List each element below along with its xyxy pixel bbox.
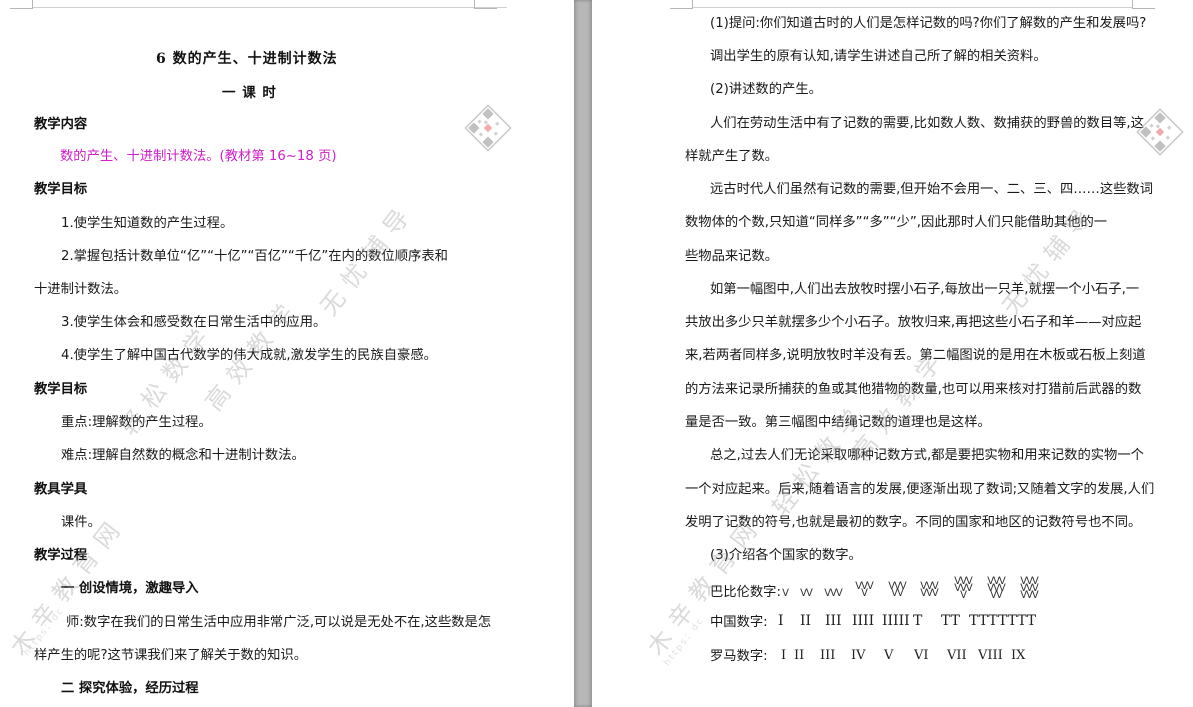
chinese-rod-numeral: IIII bbox=[852, 613, 875, 629]
babylonian-numeral: ᐯᐯᐯ ᐯᐯᐯ bbox=[920, 581, 939, 599]
step-heading: 一 创设情境，激趣导入 bbox=[61, 581, 199, 596]
paragraph-line: 些物品来记数。 bbox=[685, 249, 779, 264]
babylonian-numerals-label: 巴比伦数字: bbox=[710, 585, 781, 600]
paragraph-line: 发明了记数的符号,也就是最初的数字。不同的国家和地区的记数符号也不同。 bbox=[685, 515, 1142, 530]
paragraph-line: 调出学生的原有认知,请学生讲述自己所了解的相关资料。 bbox=[710, 49, 1047, 64]
chinese-rod-numeral: TTTT bbox=[998, 613, 1037, 629]
babylonian-numeral: ᐯᐯᐯ ᐯᐯᐯ ᐯ bbox=[954, 576, 973, 601]
paragraph-line: 共放出多少只羊就摆多少个小石子。放牧归来,再把这些小石子和羊——对应起 bbox=[685, 315, 1142, 330]
paragraph-line: 远古时代人们虽然有记数的需要,但开始不会用一、二、三、四……这些数词 bbox=[710, 182, 1154, 197]
goal-item: 1.使学生知道数的产生过程。 bbox=[61, 216, 234, 231]
roman-numeral: VII bbox=[947, 648, 967, 663]
roman-numeral: VIII bbox=[978, 648, 1003, 663]
qr-code-icon bbox=[464, 104, 512, 152]
page-corner-mark bbox=[10, 0, 33, 9]
step-heading: 二 探究体验，经历过程 bbox=[61, 681, 199, 696]
key-point: 重点:理解数的产生过程。 bbox=[61, 415, 212, 430]
section-heading: 教学目标 bbox=[34, 382, 88, 397]
right-page: (1)提问:你们知道古时的人们是怎样记数的吗?你们了解数的产生和发展吗? 调出学… bbox=[592, 0, 1193, 707]
chinese-rod-numeral: III bbox=[825, 613, 842, 629]
page-gutter bbox=[574, 0, 592, 707]
page-corner-mark bbox=[1132, 0, 1155, 9]
paragraph-line: 量是否一致。第三幅图中结绳记数的道理也是这样。 bbox=[685, 415, 991, 430]
section-heading: 教学过程 bbox=[34, 548, 88, 563]
page-header-line bbox=[693, 7, 1133, 8]
goal-item: 3.使学生体会和感受数在日常生活中的应用。 bbox=[61, 315, 327, 330]
babylonian-numeral: ᐯᐯᐯ ᐯ bbox=[855, 581, 874, 599]
babylonian-numeral: ᐯᐯᐯ ᐯᐯᐯ ᐯᐯᐯ bbox=[1020, 576, 1039, 601]
document-viewport: 6 数的产生、十进制计数法 一 课 时 教学内容 数的产生、十进制计数法。(教材… bbox=[0, 0, 1193, 707]
roman-numeral: IX bbox=[1011, 648, 1026, 663]
goal-item: 4.使学生了解中国古代数学的伟大成就,激发学生的民族自豪感。 bbox=[61, 348, 437, 363]
section-heading: 教学内容 bbox=[34, 117, 88, 132]
paragraph-line: 的方法来记录所捕获的鱼或其他猎物的数量,也可以用来核对打猎前后武器的数 bbox=[685, 382, 1142, 397]
chinese-numerals-label: 中国数字: bbox=[710, 615, 768, 630]
paragraph-line: 样就产生了数。 bbox=[685, 149, 779, 164]
page-header-line bbox=[33, 7, 507, 8]
roman-numeral: II bbox=[794, 648, 805, 663]
roman-numeral: VI bbox=[914, 648, 929, 663]
paragraph-line: 样产生的呢?这节课我们来了解关于数的知识。 bbox=[34, 648, 307, 663]
babylonian-numeral: ᐯᐯ bbox=[800, 588, 813, 599]
babylonian-numeral: ᐯᐯᐯ ᐯᐯ bbox=[888, 581, 907, 599]
chinese-rod-numeral: IIIII bbox=[882, 613, 910, 629]
chinese-rod-numeral: I bbox=[778, 613, 784, 629]
section-heading: 教具学具 bbox=[34, 482, 88, 497]
difficult-point: 难点:理解自然数的概念和十进制计数法。 bbox=[61, 448, 305, 463]
paragraph-line: (3)介绍各个国家的数字。 bbox=[710, 548, 862, 563]
chinese-rod-numeral: II bbox=[800, 613, 812, 629]
watermark-text: 无忧辅导 bbox=[996, 196, 1103, 321]
left-page: 6 数的产生、十进制计数法 一 课 时 教学内容 数的产生、十进制计数法。(教材… bbox=[0, 0, 574, 707]
goal-item: 2.掌握包括计数单位“亿”“十亿”“百亿”“千亿”在内的数位顺序表和 bbox=[61, 249, 448, 264]
goal-item-continued: 十进制计数法。 bbox=[34, 282, 128, 297]
babylonian-numeral: ᐯᐯᐯ bbox=[824, 588, 843, 599]
roman-numeral: IV bbox=[851, 648, 866, 663]
roman-numeral: V bbox=[884, 648, 894, 663]
lesson-subtitle: 一 课 时 bbox=[222, 85, 277, 101]
paragraph-line: 来,若两者同样多,说明放牧时羊没有丢。第二幅图说的是用在木板或石板上刻道 bbox=[685, 348, 1146, 363]
roman-numerals-label: 罗马数字: bbox=[710, 649, 768, 664]
babylonian-numeral: ᐯ bbox=[782, 588, 789, 599]
babylonian-numeral: ᐯᐯᐯ ᐯᐯᐯ ᐯᐯ bbox=[987, 576, 1006, 601]
roman-numeral: III bbox=[820, 648, 836, 663]
paragraph-line: (2)讲述数的产生。 bbox=[710, 82, 822, 97]
roman-numeral: I bbox=[781, 648, 787, 663]
chinese-rod-numeral: TTT bbox=[969, 613, 998, 629]
paragraph-line: (1)提问:你们知道古时的人们是怎样记数的吗?你们了解数的产生和发展吗? bbox=[710, 16, 1147, 31]
section-heading: 教学目标 bbox=[34, 182, 88, 197]
chinese-rod-numeral: T bbox=[913, 613, 923, 629]
chinese-rod-numeral: TT bbox=[941, 613, 960, 629]
content-text: 数的产生、十进制计数法。(教材第 16~18 页) bbox=[60, 149, 337, 164]
paragraph-line: 总之,过去人们无论采取哪种记数方式,都是要把实物和用来记数的实物一个 bbox=[710, 448, 1144, 463]
page-corner-mark bbox=[474, 0, 497, 9]
paragraph-line: 数物体的个数,只知道“同样多”“多”“少”,因此那时人们只能借助其他的一 bbox=[685, 215, 1108, 230]
watermark-url: https：dc bbox=[662, 615, 707, 669]
paragraph-line: 一个对应起来。后来,随着语言的发展,便逐渐出现了数词;又随着文字的发展,人们 bbox=[685, 482, 1155, 497]
page-corner-mark bbox=[670, 0, 693, 9]
paragraph-line: 如第一幅图中,人们出去放牧时摆小石子,每放出一只羊,就摆一个小石子,一 bbox=[710, 282, 1140, 297]
lesson-title: 6 数的产生、十进制计数法 bbox=[156, 51, 338, 67]
paragraph-line: 师:数字在我们的日常生活中应用非常广泛,可以说是无处不在,这些数是怎 bbox=[66, 615, 492, 630]
paragraph-line: 人们在劳动生活中有了记数的需要,比如数人数、数捕获的野兽的数目等,这 bbox=[710, 116, 1144, 131]
tools-text: 课件。 bbox=[61, 515, 101, 530]
